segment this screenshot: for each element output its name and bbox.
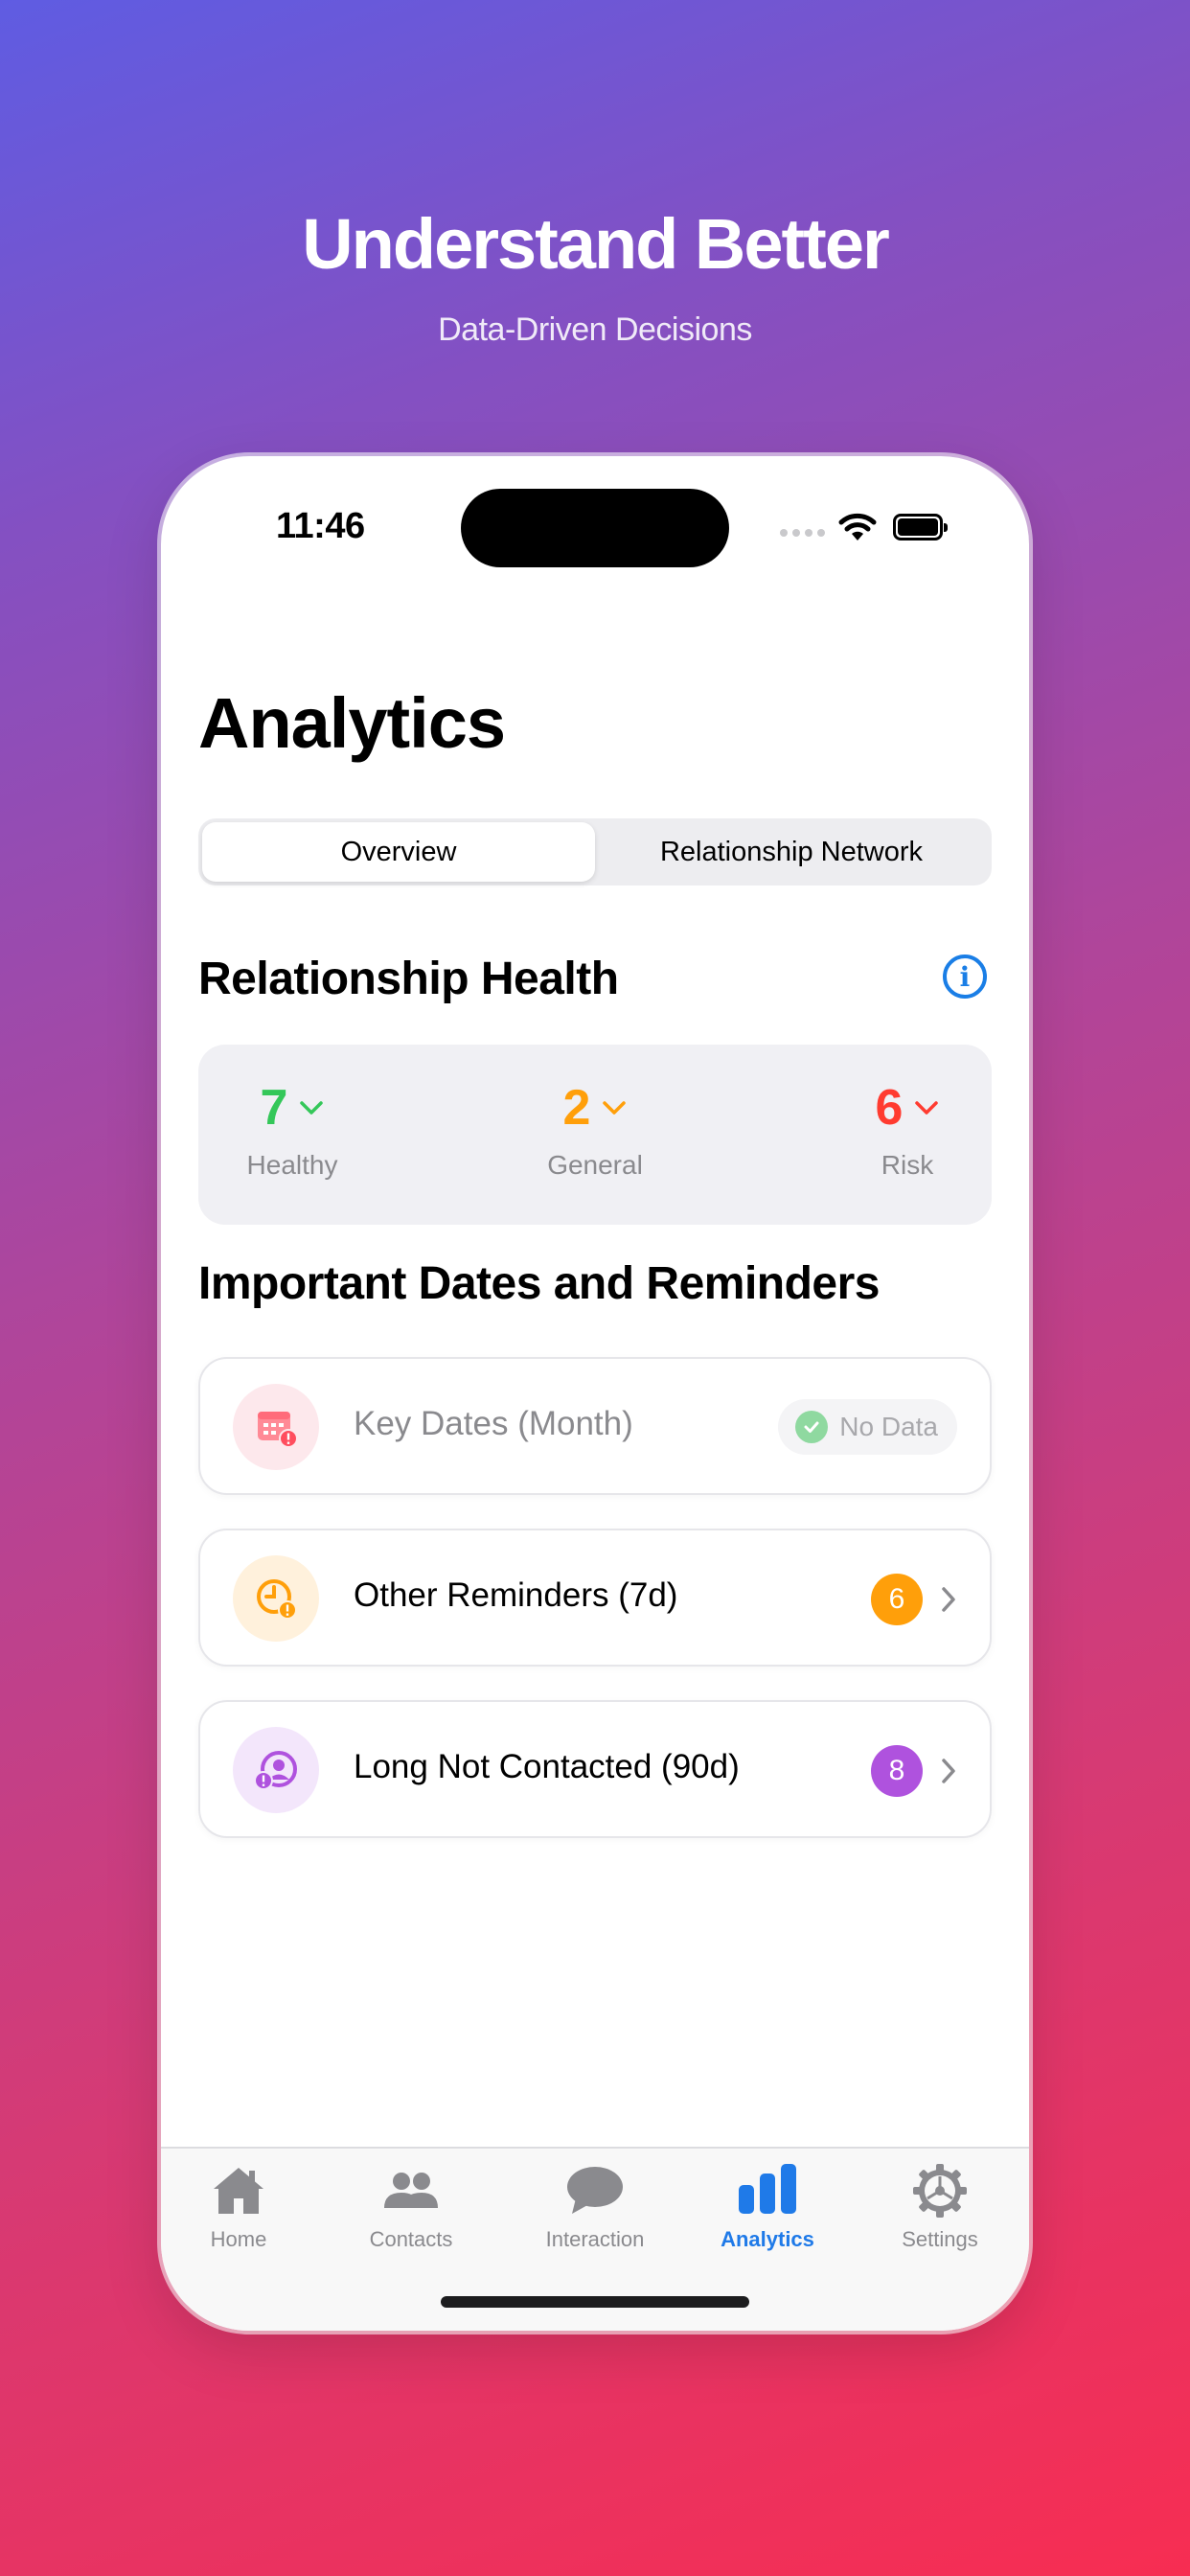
metric-healthy[interactable]: 7 Healthy: [235, 1079, 350, 1181]
dynamic-island: [461, 489, 729, 567]
gear-icon: [913, 2164, 967, 2218]
reminder-key-dates: Key Dates (Month) No Data: [198, 1357, 992, 1495]
health-section-title: Relationship Health: [198, 954, 619, 1004]
no-data-badge: No Data: [778, 1399, 957, 1455]
home-indicator: [441, 2296, 749, 2308]
metric-healthy-label: Healthy: [246, 1150, 338, 1180]
reminder-other-count: 6: [871, 1574, 923, 1625]
segment-relationship-network[interactable]: Relationship Network: [595, 822, 988, 882]
reminder-other-reminders[interactable]: Other Reminders (7d) 6: [198, 1529, 992, 1667]
no-data-label: No Data: [839, 1412, 938, 1441]
status-time: 11:46: [276, 506, 365, 546]
battery-icon: [893, 514, 948, 540]
reminder-key-dates-label: Key Dates (Month): [354, 1405, 633, 1442]
metric-healthy-value: 7: [260, 1080, 288, 1136]
hero-title: Understand Better: [302, 204, 890, 284]
metric-general-label: General: [547, 1150, 643, 1180]
checkmark-icon: [795, 1411, 829, 1443]
hero-subtitle: Data-Driven Decisions: [438, 311, 752, 348]
page-title: Analytics: [198, 683, 506, 763]
tab-home-label: Home: [210, 2227, 267, 2251]
chat-bubble-icon: [567, 2167, 623, 2214]
tab-contacts[interactable]: Contacts: [334, 2160, 488, 2252]
metric-risk-label: Risk: [881, 1150, 934, 1180]
metric-general-value: 2: [562, 1080, 591, 1136]
cellular-signal-icon: [780, 529, 825, 537]
tab-contacts-label: Contacts: [369, 2227, 453, 2251]
tab-interaction[interactable]: Interaction: [518, 2160, 672, 2252]
calendar-alert-icon: [233, 1384, 319, 1470]
segment-overview[interactable]: Overview: [202, 822, 595, 882]
person-alert-icon: [233, 1727, 319, 1813]
tab-settings-label: Settings: [902, 2227, 978, 2251]
metric-risk[interactable]: 6 Risk: [859, 1079, 955, 1181]
chevron-right-icon: [942, 1759, 955, 1783]
tab-analytics[interactable]: Analytics: [691, 2160, 844, 2252]
reminder-long-label: Long Not Contacted (90d): [354, 1748, 740, 1785]
people-icon: [384, 2173, 438, 2208]
house-icon: [214, 2168, 263, 2214]
health-summary-card: 7 Healthy 2 General 6 Risk: [198, 1045, 992, 1225]
chevron-right-icon: [942, 1587, 955, 1612]
tab-interaction-label: Interaction: [545, 2227, 645, 2251]
info-icon[interactable]: i: [943, 954, 987, 999]
reminders-section-title: Important Dates and Reminders: [198, 1258, 880, 1309]
wifi-icon: [838, 513, 877, 540]
segmented-control: Overview Relationship Network: [198, 818, 992, 886]
chevron-down-icon: [915, 1101, 939, 1115]
bar-chart-icon: [739, 2164, 796, 2214]
chevron-down-icon: [300, 1101, 324, 1115]
tab-home[interactable]: Home: [162, 2160, 315, 2252]
clock-alert-icon: [233, 1555, 319, 1642]
metric-general[interactable]: 2 General: [538, 1079, 652, 1181]
reminder-long-count: 8: [871, 1745, 923, 1797]
tab-settings[interactable]: Settings: [863, 2160, 1017, 2252]
reminder-other-label: Other Reminders (7d): [354, 1576, 678, 1614]
chevron-down-icon: [603, 1101, 627, 1115]
phone-screen: 11:46 Analytics Overview Relationship Ne…: [161, 456, 1029, 2331]
reminder-long-not-contacted[interactable]: Long Not Contacted (90d) 8: [198, 1700, 992, 1838]
tab-analytics-label: Analytics: [721, 2227, 814, 2251]
metric-risk-value: 6: [875, 1080, 904, 1136]
